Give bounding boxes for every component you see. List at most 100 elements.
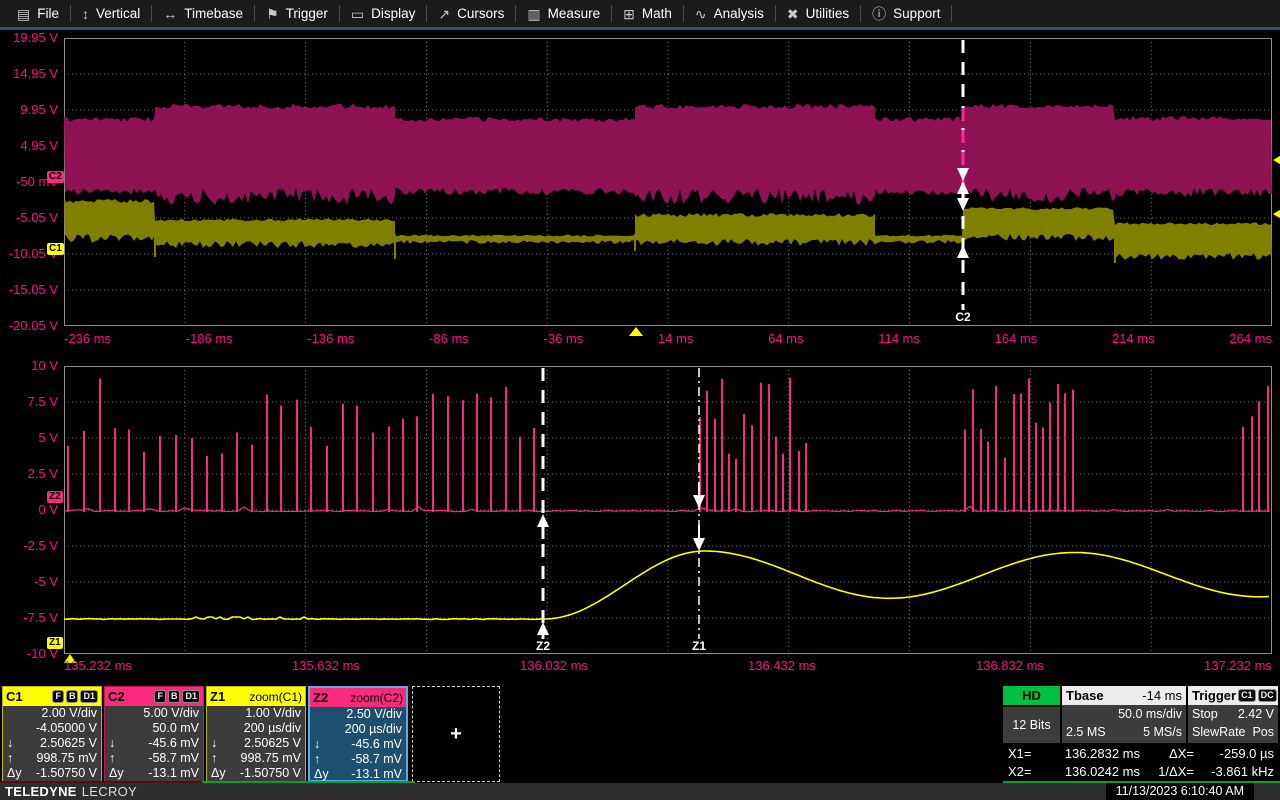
analysis-icon: ∿ bbox=[695, 7, 707, 21]
timebase-offset: -14 ms bbox=[1142, 688, 1182, 703]
menu-item-label: Timebase bbox=[184, 6, 243, 21]
y-tick-label: 9.95 V bbox=[20, 101, 58, 119]
menu-item-display[interactable]: ▭ Display bbox=[340, 0, 427, 27]
x-tick-label: -186 ms bbox=[186, 331, 233, 347]
descriptor-row: 2.00 V/div bbox=[3, 706, 101, 721]
x-tick-label: 164 ms bbox=[995, 331, 1038, 347]
bandwidth-badge: B bbox=[66, 690, 79, 703]
descriptor-z1-header: Z1 zoom(C1) bbox=[207, 687, 305, 706]
bottom-grid-x-axis: 135.232 ms 135.632 ms 136.032 ms 136.432… bbox=[64, 658, 1272, 674]
timebase-box[interactable]: Tbase -14 ms 50.0 ms/div 2.5 MS5 MS/s bbox=[1062, 686, 1186, 743]
utilities-icon: ✖ bbox=[787, 7, 799, 21]
c2-axis-badge[interactable]: C2 bbox=[47, 171, 64, 183]
x-tick-label: -136 ms bbox=[307, 331, 354, 347]
y-tick-label: -15.05 V bbox=[9, 281, 58, 299]
menu-item-timebase[interactable]: ↔Timebase bbox=[152, 0, 254, 27]
menu-item-label: Trigger bbox=[286, 6, 328, 21]
x-tick-label: 137.232 ms bbox=[1204, 658, 1272, 674]
descriptor-z2-header: Z2 zoom(C2) bbox=[310, 688, 406, 707]
menu-item-trigger[interactable]: ⚑ Trigger bbox=[255, 0, 339, 27]
measure-icon: ▥ bbox=[527, 7, 540, 21]
menu-item-label: Display bbox=[371, 6, 415, 21]
x-tick-label: -86 ms bbox=[429, 331, 469, 347]
zoom-source-label: zoom(C2) bbox=[350, 691, 403, 705]
top-plot-waveforms bbox=[64, 38, 1272, 326]
descriptor-row: ↓-45.6 mV bbox=[105, 736, 203, 751]
trigger-source-badge: C1 bbox=[1238, 689, 1256, 702]
trigger-title: Trigger bbox=[1192, 688, 1236, 703]
descriptor-row: Δy-13.1 mV bbox=[310, 767, 406, 782]
y-tick-label: -2.5 V bbox=[23, 537, 58, 555]
descriptor-z2-selected[interactable]: Z2 zoom(C2) 2.50 V/div 200 µs/div ↓-45.6… bbox=[308, 686, 408, 782]
y-tick-label: 14.95 V bbox=[13, 65, 58, 83]
descriptor-z1[interactable]: Z1 zoom(C1) 1.00 V/div 200 µs/div ↓2.506… bbox=[206, 686, 306, 782]
descriptor-c1[interactable]: C1 F B D1 2.00 V/div -4.05000 V ↓2.50625… bbox=[2, 686, 102, 782]
cursor-readout: X1=136.2832 ms ΔX=-259.0 µs X2=136.0242 … bbox=[1008, 745, 1274, 781]
menu-item-cursors[interactable]: ↗Cursors bbox=[427, 0, 515, 27]
add-trace-box[interactable]: + bbox=[412, 686, 500, 782]
z2-axis-badge[interactable]: Z2 bbox=[47, 491, 63, 503]
bit-depth-label: 12 Bits bbox=[1003, 707, 1060, 743]
trigger-coupling-badge: DC bbox=[1258, 689, 1277, 702]
bottom-plot-waveforms bbox=[64, 366, 1272, 654]
descriptor-row: Δy-1.50750 V bbox=[3, 766, 101, 781]
descriptor-row: ↑-58.7 mV bbox=[310, 752, 406, 767]
y-tick-label: -7.5 V bbox=[23, 609, 58, 627]
timebase-sampling-row: 2.5 MS5 MS/s bbox=[1062, 723, 1186, 741]
menu-item-label: Math bbox=[642, 6, 672, 21]
trigger-icon: ⚑ bbox=[266, 7, 279, 21]
descriptor-row: Δy-13.1 mV bbox=[105, 766, 203, 781]
z1-axis-badge[interactable]: Z1 bbox=[47, 637, 63, 649]
math-icon: ⊞ bbox=[623, 7, 635, 21]
trigger-type-row: SlewRatePos bbox=[1188, 723, 1278, 741]
c1-axis-badge[interactable]: C1 bbox=[47, 243, 64, 255]
x-tick-label: 214 ms bbox=[1112, 331, 1155, 347]
descriptor-row: 200 µs/div bbox=[207, 721, 305, 736]
bottom-grid-y-axis: 10 V 7.5 V 5 V 2.5 V 0 V -2.5 V -5 V -7.… bbox=[0, 357, 58, 663]
descriptor-c2[interactable]: C2 F B D1 5.00 V/div 50.0 mV ↓-45.6 mV ↑… bbox=[104, 686, 204, 782]
status-bar: TELEDYNELECROY 11/13/2023 6:10:40 AM bbox=[0, 783, 1280, 800]
brand-teledyne: TELEDYNE bbox=[5, 784, 77, 799]
x-tick-label: 64 ms bbox=[768, 331, 803, 347]
descriptor-row: Δy-1.50750 V bbox=[207, 766, 305, 781]
hd-mode-badge[interactable]: HD bbox=[1003, 686, 1060, 705]
display-icon: ▭ bbox=[351, 7, 364, 21]
timebase-title: Tbase bbox=[1066, 688, 1104, 703]
x-tick-label: -236 ms bbox=[64, 331, 111, 347]
menu-item-label: Utilities bbox=[806, 6, 850, 21]
descriptor-row: 5.00 V/div bbox=[105, 706, 203, 721]
descriptor-row: ↓-45.6 mV bbox=[310, 737, 406, 752]
trigger-box[interactable]: Trigger C1 DC Stop2.42 V SlewRatePos bbox=[1188, 686, 1278, 743]
x-tick-label: 14 ms bbox=[658, 331, 693, 347]
y-tick-label: -5.05 V bbox=[16, 209, 58, 227]
menu-item-vertical[interactable]: ↕Vertical bbox=[71, 0, 151, 27]
fast-badge: F bbox=[52, 690, 64, 703]
y-tick-label: 19.95 V bbox=[13, 29, 58, 47]
menu-item-support[interactable]: ⓘSupport bbox=[861, 0, 951, 27]
x-tick-label: 136.432 ms bbox=[748, 658, 816, 674]
zoom-source-label: zoom(C1) bbox=[249, 690, 302, 704]
cursor-label-z1[interactable]: Z1 bbox=[686, 639, 712, 653]
menu-item-measure[interactable]: ▥Measure bbox=[516, 0, 611, 27]
descriptor-row: 2.50 V/div bbox=[310, 707, 406, 722]
menu-item-analysis[interactable]: ∿Analysis bbox=[684, 0, 775, 27]
cursor-readout-row2: X2=136.0242 ms 1/ΔX=-3.861 kHz bbox=[1008, 763, 1274, 781]
y-tick-label: 7.5 V bbox=[28, 393, 58, 411]
cursor-label-z2[interactable]: Z2 bbox=[530, 639, 556, 653]
menu-item-file[interactable]: ▤File bbox=[6, 0, 70, 27]
brand-lecroy: LECROY bbox=[82, 784, 137, 799]
y-tick-label: -20.05 V bbox=[9, 317, 58, 335]
menu-item-label: Support bbox=[893, 6, 940, 21]
menu-item-math[interactable]: ⊞ Math bbox=[612, 0, 683, 27]
brand-logo: TELEDYNE LECROY bbox=[5, 784, 137, 799]
timebase-scale-row: 50.0 ms/div bbox=[1062, 705, 1186, 723]
menu-item-utilities[interactable]: ✖ Utilities bbox=[776, 0, 860, 27]
channel-name: C2 bbox=[108, 689, 125, 704]
descriptor-row: 1.00 V/div bbox=[207, 706, 305, 721]
x-tick-label: -36 ms bbox=[544, 331, 584, 347]
descriptor-row: 50.0 mV bbox=[105, 721, 203, 736]
descriptor-row: ↑998.75 mV bbox=[207, 751, 305, 766]
cursor-label-c2[interactable]: C2 bbox=[950, 310, 976, 324]
x-tick-label: 135.632 ms bbox=[292, 658, 360, 674]
cursor-readout-row1: X1=136.2832 ms ΔX=-259.0 µs bbox=[1008, 745, 1274, 763]
